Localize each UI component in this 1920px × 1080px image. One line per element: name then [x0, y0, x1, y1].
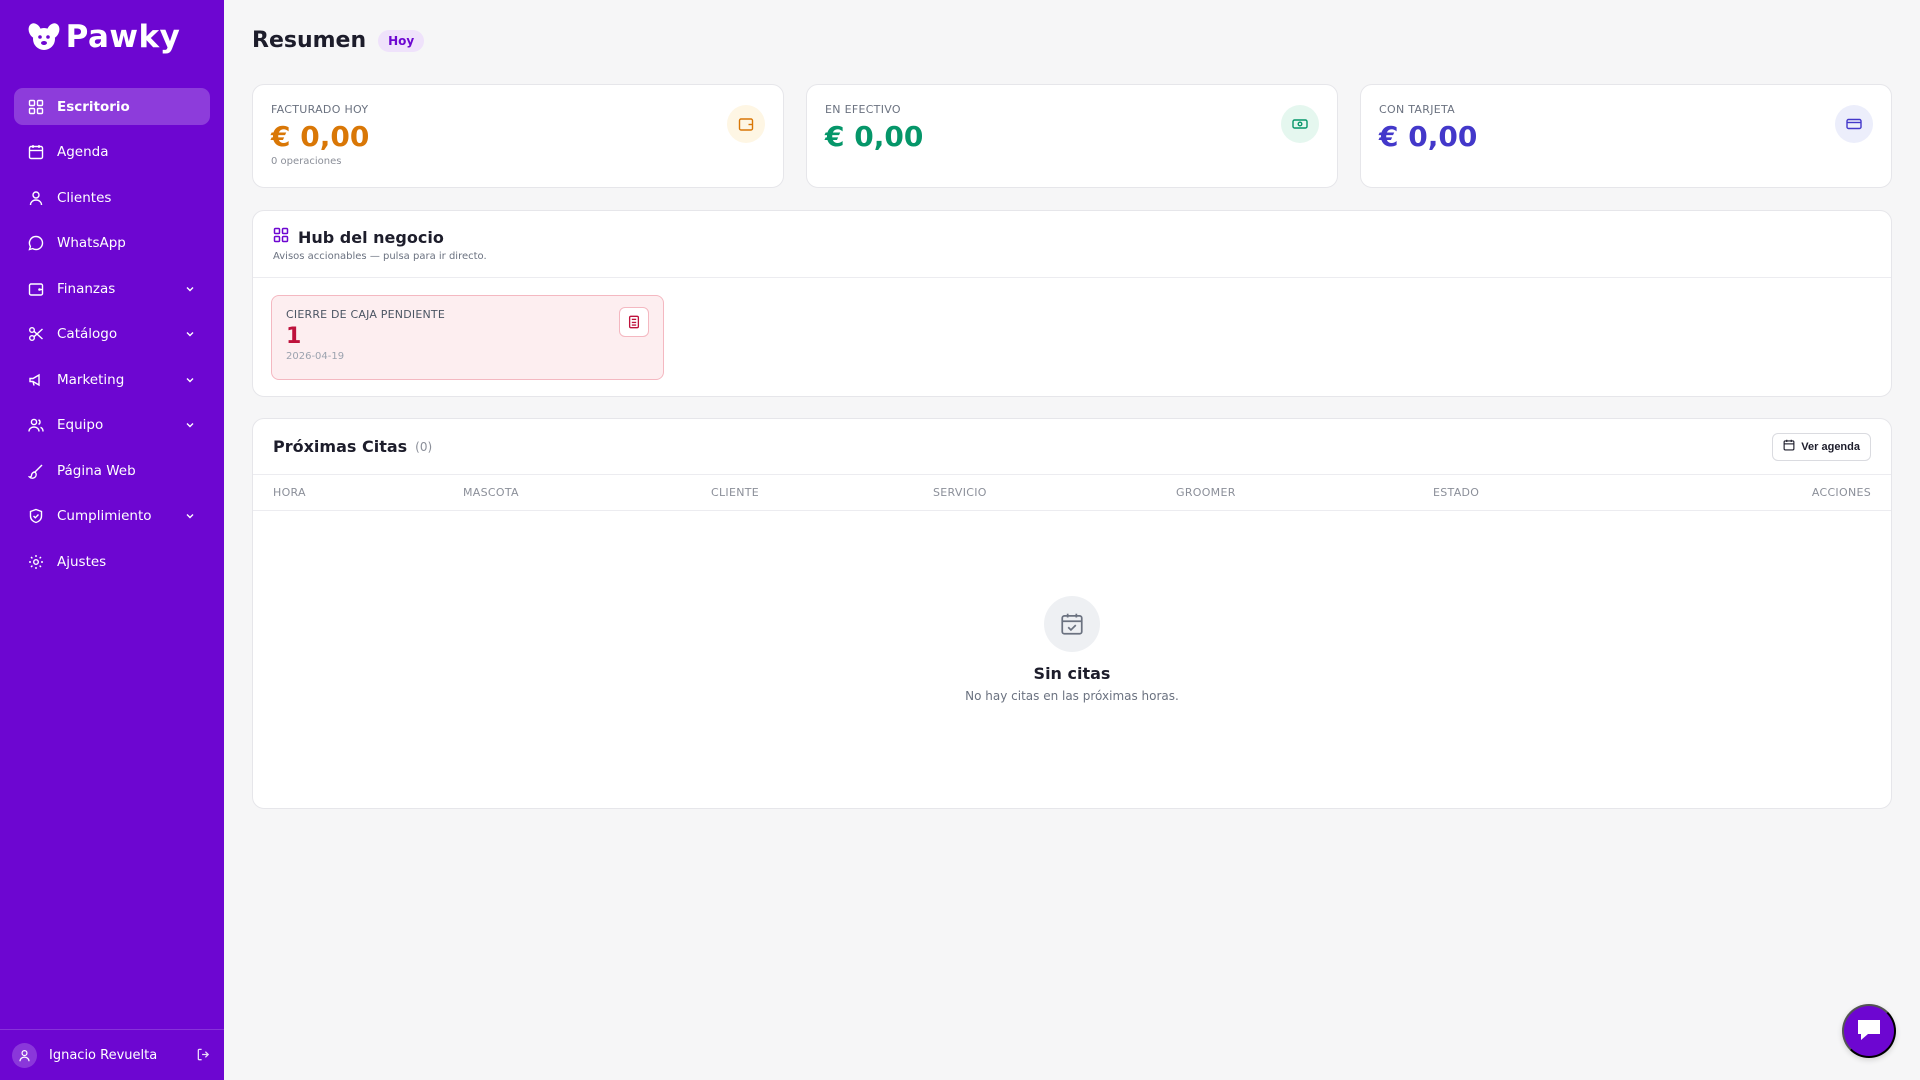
sidebar-item-pagina-web[interactable]: Página Web [14, 452, 210, 489]
sidebar-item-cumplimiento[interactable]: Cumplimiento [14, 498, 210, 535]
page-header: Resumen Hoy [252, 28, 425, 53]
credit-card-icon [1835, 105, 1873, 143]
alert-card-cierre-caja[interactable]: CIERRE DE CAJA PENDIENTE 1 2026-04-19 [271, 295, 664, 380]
chevron-down-icon [184, 419, 196, 431]
chat-icon [1855, 1017, 1883, 1046]
sidebar-nav: Escritorio Agenda Clientes WhatsApp Fina… [0, 74, 224, 580]
user-icon [28, 190, 44, 206]
chat-bubble-icon [28, 235, 44, 251]
column-header-servicio: SERVICIO [933, 486, 987, 499]
paw-logo-icon [28, 22, 60, 52]
scissors-icon [28, 326, 44, 342]
appointments-title: Próximas Citas [273, 437, 408, 456]
empty-subtitle: No hay citas en las próximas horas. [965, 689, 1179, 703]
shield-icon [28, 508, 44, 524]
sidebar-item-marketing[interactable]: Marketing [14, 361, 210, 398]
upcoming-appointments: Próximas Citas (0) Ver agenda HORA MASCO… [252, 418, 1892, 809]
stat-label: EN EFECTIVO [825, 103, 901, 116]
column-header-cliente: CLIENTE [711, 486, 760, 499]
calendar-icon [1783, 439, 1795, 454]
stat-label: CON TARJETA [1379, 103, 1455, 116]
column-header-acciones: ACCIONES [1811, 486, 1871, 499]
sidebar-item-label: Ajustes [57, 553, 107, 570]
sidebar-item-label: Agenda [57, 144, 109, 160]
view-agenda-label: Ver agenda [1801, 440, 1860, 453]
stat-label: FACTURADO HOY [271, 103, 369, 116]
wallet-icon [28, 281, 44, 297]
sidebar-item-equipo[interactable]: Equipo [14, 407, 210, 444]
chevron-down-icon [184, 283, 196, 295]
cash-icon [1281, 105, 1319, 143]
stat-card-efectivo: EN EFECTIVO € 0,00 [806, 84, 1338, 188]
stat-value: € 0,00 [825, 120, 924, 153]
appointments-count: (0) [415, 439, 433, 454]
stat-cards: FACTURADO HOY € 0,00 0 operaciones EN EF… [252, 84, 1892, 188]
page-title: Resumen [252, 28, 367, 53]
alert-date: 2026-04-19 [286, 351, 345, 362]
main-content: Resumen Hoy FACTURADO HOY € 0,00 0 opera… [224, 0, 1920, 1080]
sidebar-item-clientes[interactable]: Clientes [14, 179, 210, 216]
business-hub: Hub del negocio Avisos accionables — pul… [252, 210, 1892, 397]
user-name: Ignacio Revuelta [49, 1047, 158, 1063]
date-badge: Hoy [378, 29, 425, 52]
sidebar-item-whatsapp[interactable]: WhatsApp [14, 225, 210, 262]
sidebar-item-label: Página Web [57, 462, 136, 479]
appointments-header: Próximas Citas (0) Ver agenda [253, 419, 1891, 475]
calculator-icon [619, 307, 649, 337]
sidebar-item-finanzas[interactable]: Finanzas [14, 270, 210, 307]
chevron-down-icon [184, 374, 196, 386]
gear-icon [28, 554, 44, 570]
sidebar-item-ajustes[interactable]: Ajustes [14, 543, 210, 580]
column-header-mascota: MASCOTA [463, 486, 519, 499]
wallet-icon [727, 105, 765, 143]
chevron-down-icon [184, 328, 196, 340]
calendar-check-icon [1044, 596, 1100, 652]
empty-state: Sin citas No hay citas en las próximas h… [253, 596, 1891, 703]
sidebar-item-label: Escritorio [57, 98, 130, 115]
app-name: Pawky [65, 19, 181, 55]
column-header-hora: HORA [273, 486, 306, 499]
users-icon [28, 417, 44, 433]
chevron-down-icon [184, 510, 196, 522]
stat-card-facturado: FACTURADO HOY € 0,00 0 operaciones [252, 84, 784, 188]
chat-support-button[interactable] [1842, 1004, 1896, 1058]
app-logo[interactable]: Pawky [0, 0, 224, 74]
stat-sub: 0 operaciones [271, 156, 342, 167]
stat-card-tarjeta: CON TARJETA € 0,00 [1360, 84, 1892, 188]
stat-value: € 0,00 [1379, 120, 1478, 153]
dashboard-icon [273, 227, 289, 247]
sidebar-item-label: Finanzas [57, 280, 116, 297]
stat-value: € 0,00 [271, 120, 370, 153]
sidebar: Pawky Escritorio Agenda Clientes WhatsAp… [0, 0, 224, 1080]
sidebar-item-label: Clientes [57, 189, 112, 206]
megaphone-icon [28, 372, 44, 388]
calendar-icon [28, 144, 44, 160]
user-footer: Ignacio Revuelta [0, 1029, 224, 1080]
view-agenda-button[interactable]: Ver agenda [1772, 432, 1871, 461]
sidebar-item-escritorio[interactable]: Escritorio [14, 88, 210, 125]
alert-label: CIERRE DE CAJA PENDIENTE [286, 308, 445, 321]
hub-header: Hub del negocio Avisos accionables — pul… [253, 211, 1891, 278]
avatar[interactable] [12, 1042, 37, 1068]
sidebar-item-catalogo[interactable]: Catálogo [14, 316, 210, 353]
logout-icon[interactable] [196, 1047, 212, 1063]
sidebar-item-agenda[interactable]: Agenda [14, 134, 210, 171]
sidebar-item-label: Cumplimiento [57, 508, 152, 524]
sidebar-item-label: Catálogo [57, 326, 118, 342]
dashboard-icon [28, 99, 44, 115]
appointments-table-header: HORA MASCOTA CLIENTE SERVICIO GROOMER ES… [253, 475, 1891, 511]
sidebar-item-label: Equipo [57, 417, 104, 433]
hub-title: Hub del negocio [298, 227, 444, 247]
alert-count: 1 [286, 324, 302, 349]
hub-subtitle: Avisos accionables — pulsa para ir direc… [273, 251, 487, 262]
column-header-estado: ESTADO [1433, 486, 1480, 499]
column-header-groomer: GROOMER [1176, 486, 1236, 499]
brush-icon [28, 463, 44, 479]
sidebar-item-label: WhatsApp [57, 235, 126, 251]
empty-title: Sin citas [1033, 664, 1111, 683]
sidebar-item-label: Marketing [57, 371, 125, 388]
